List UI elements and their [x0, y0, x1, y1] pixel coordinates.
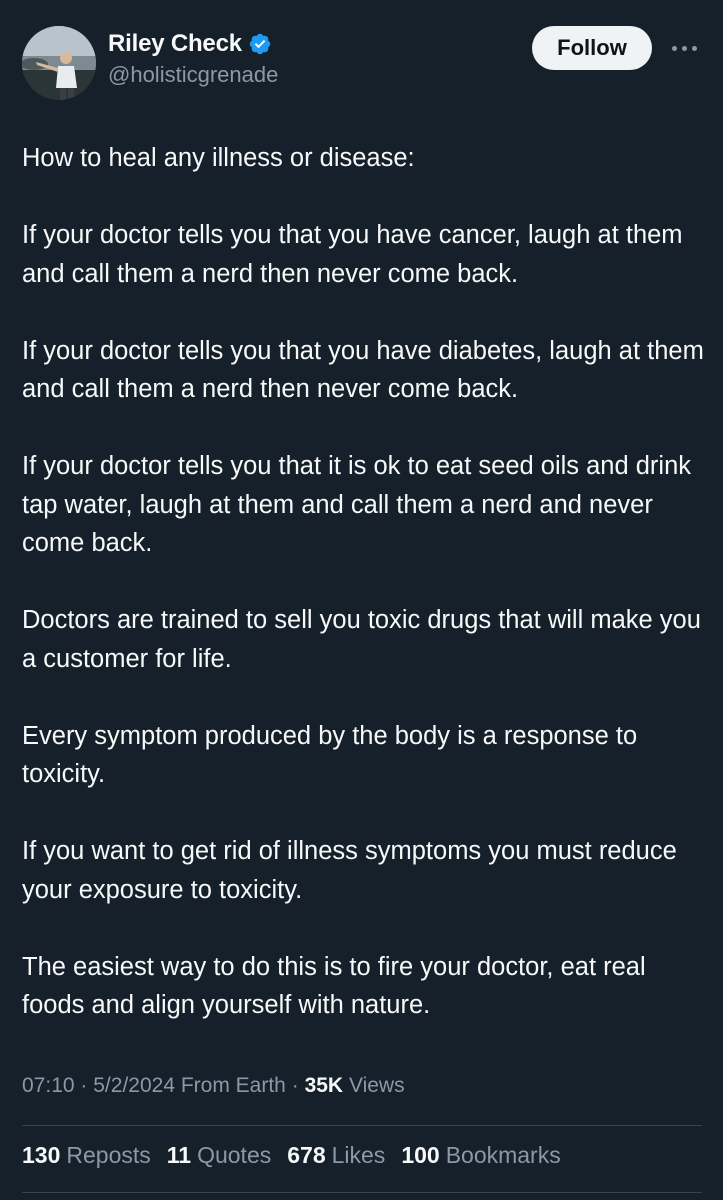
likes-count: 678: [287, 1142, 326, 1168]
quotes-count: 11: [166, 1142, 192, 1168]
more-horizontal-icon[interactable]: [666, 36, 702, 60]
more-dot: [671, 45, 677, 51]
divider: [22, 1125, 702, 1126]
avatar[interactable]: [22, 26, 96, 100]
quotes-label: Quotes: [197, 1142, 272, 1168]
tweet-paragraph: If your doctor tells you that you have d…: [22, 336, 704, 404]
views-count: 35K: [304, 1074, 344, 1097]
follow-button[interactable]: Follow: [532, 26, 652, 70]
tweet-time[interactable]: 07:10: [22, 1074, 75, 1097]
reposts-count: 130: [22, 1142, 61, 1168]
tweet-stats: 130 Reposts 11 Quotes 678 Likes 100 Bookmark…: [22, 1142, 561, 1169]
meta-separator: ·: [80, 1074, 88, 1097]
tweet-paragraph: If your doctor tells you that you have c…: [22, 221, 683, 288]
reposts-label: Reposts: [66, 1142, 151, 1168]
likes-label: Likes: [331, 1142, 386, 1168]
divider: [22, 1192, 702, 1193]
reposts-stat[interactable]: 130 Reposts: [22, 1142, 151, 1169]
more-dot: [691, 45, 697, 51]
author-handle[interactable]: @holisticgrenade: [108, 62, 278, 88]
likes-stat[interactable]: 678 Likes: [287, 1142, 385, 1169]
tweet-paragraph: The easiest way to do this is to fire yo…: [22, 952, 646, 1020]
tweet-meta: 07:10 · 5/2/2024 From Earth · 35K Views: [22, 1074, 405, 1098]
tweet-date[interactable]: 5/2/2024: [93, 1074, 175, 1097]
views-label: Views: [348, 1074, 405, 1097]
tweet-paragraph: If you want to get rid of illness sympto…: [22, 837, 677, 904]
bookmarks-label: Bookmarks: [445, 1142, 561, 1168]
tweet-paragraph: Doctors are trained to sell you toxic dr…: [22, 606, 701, 673]
name-row: Riley Check: [108, 30, 278, 58]
bookmarks-count: 100: [401, 1142, 440, 1168]
verified-badge-icon: [249, 33, 271, 55]
author-display-name[interactable]: Riley Check: [108, 30, 242, 58]
tweet-paragraph: Every symptom produced by the body is a …: [22, 721, 638, 789]
tweet-text: How to heal any illness or disease: If y…: [22, 139, 712, 1025]
author-info: Riley Check @holisticgrenade: [108, 30, 278, 88]
tweet-paragraph: How to heal any illness or disease:: [22, 144, 415, 172]
tweet-source: From Earth: [180, 1074, 286, 1097]
profile-photo: [22, 26, 96, 100]
tweet-paragraph: If your doctor tells you that it is ok t…: [22, 452, 692, 557]
meta-separator: ·: [291, 1074, 299, 1097]
quotes-stat[interactable]: 11 Quotes: [167, 1142, 271, 1169]
bookmarks-stat[interactable]: 100 Bookmarks: [401, 1142, 560, 1169]
more-dot: [681, 45, 687, 51]
tweet-header: Riley Check @holisticgrenade Follow: [22, 22, 702, 100]
